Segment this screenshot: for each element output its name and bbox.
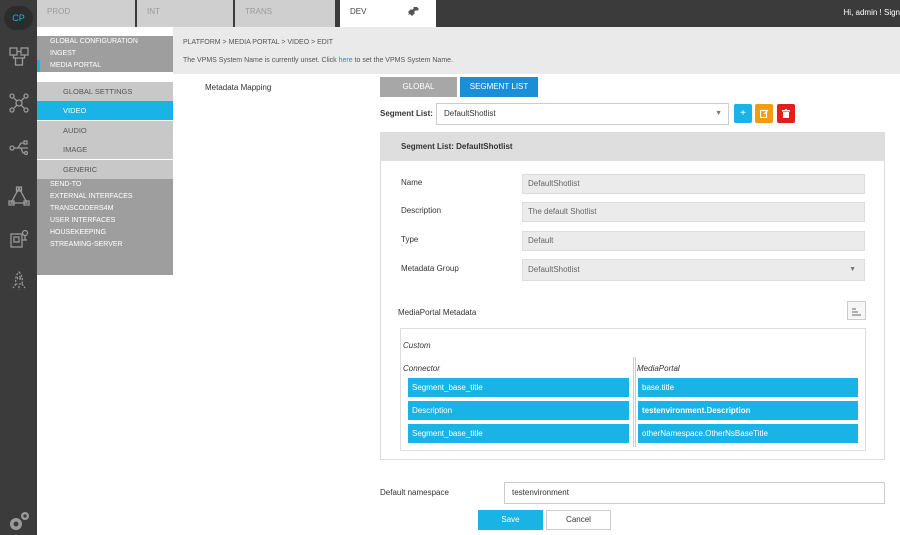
segment-list-selected-value: DefaultShotlist xyxy=(444,109,496,118)
mediaportal-metadata-label: MediaPortal Metadata xyxy=(398,308,477,317)
usb-icon[interactable] xyxy=(6,137,31,162)
cancel-button[interactable]: Cancel xyxy=(546,510,611,530)
edit-segment-list-button[interactable] xyxy=(755,104,773,123)
mediaportal-cell[interactable]: otherNamespace.OtherNsBaseTitle xyxy=(638,424,858,443)
sidebar-item-external-interfaces[interactable]: EXTERNAL INTERFACES xyxy=(37,191,173,203)
panel-title: Segment List: DefaultShotlist xyxy=(381,133,884,161)
rocket-icon[interactable] xyxy=(6,270,31,295)
icon-rail: CP xyxy=(0,0,37,535)
env-tab-int[interactable]: INT xyxy=(137,0,233,27)
system-name-notice: The VPMS System Name is currently unset.… xyxy=(183,54,453,68)
set-system-name-link[interactable]: here xyxy=(339,57,353,64)
metadata-group-select[interactable]: DefaultShotlist ▼ xyxy=(522,259,865,281)
caret-down-icon: ▼ xyxy=(715,110,722,117)
name-label: Name xyxy=(401,178,423,187)
app-window: CP PROD INT TRANS DEV Hi, admin ! Sign P… xyxy=(0,0,900,535)
gears-icon[interactable] xyxy=(6,510,31,535)
plus-icon: + xyxy=(740,108,746,119)
sidebar-item-global-configuration[interactable]: GLOBAL CONFIGURATION xyxy=(37,36,173,48)
sort-lines-icon xyxy=(852,306,861,316)
connector-cell[interactable]: Segment_base_title xyxy=(408,378,629,397)
sidebar-item-audio[interactable]: AUDIO xyxy=(37,121,173,140)
type-field: Default xyxy=(522,231,865,251)
sidebar-item-media-portal[interactable]: MEDIA PORTAL xyxy=(37,60,173,72)
delete-segment-list-button[interactable] xyxy=(777,104,795,123)
caret-down-icon: ▼ xyxy=(849,266,856,273)
plug-icon xyxy=(408,2,420,26)
mediaportal-column-header: MediaPortal xyxy=(637,364,680,373)
default-namespace-input[interactable]: testenvironment xyxy=(504,482,885,504)
cube-network-icon[interactable] xyxy=(6,44,31,69)
sidebar-item-generic[interactable]: GENERIC xyxy=(37,160,173,179)
sidebar-item-image[interactable]: IMAGE xyxy=(37,140,173,159)
environment-tabbar: PROD INT TRANS DEV Hi, admin ! Sign xyxy=(37,0,900,27)
name-field: DefaultShotlist xyxy=(522,174,865,194)
breadcrumb: PLATFORM > MEDIA PORTAL > VIDEO > EDIT xyxy=(183,39,334,46)
connector-column-header: Connector xyxy=(403,364,440,373)
triangle-network-icon[interactable] xyxy=(6,185,31,210)
app-logo[interactable]: CP xyxy=(4,6,33,30)
edit-icon xyxy=(759,108,769,119)
type-label: Type xyxy=(401,235,419,244)
add-segment-list-button[interactable]: + xyxy=(734,104,752,123)
trash-icon xyxy=(782,108,790,119)
sidebar-item-send-to[interactable]: SEND-TO xyxy=(37,179,173,191)
sidebar-item-global-settings[interactable]: GLOBAL SETTINGS xyxy=(37,82,173,101)
notice-text-after: to set the VPMS System Name. xyxy=(352,57,453,64)
sidebar-item-transcoders4m[interactable]: TRANSCODERS4M xyxy=(37,203,173,215)
tab-global[interactable]: GLOBAL xyxy=(380,77,457,97)
default-namespace-label: Default namespace xyxy=(380,488,449,497)
tab-segment-list[interactable]: SEGMENT LIST xyxy=(460,77,538,97)
sidebar-item-user-interfaces[interactable]: USER INTERFACES xyxy=(37,215,173,227)
env-tab-trans[interactable]: TRANS xyxy=(235,0,335,27)
user-greeting[interactable]: Hi, admin ! Sign xyxy=(844,0,900,27)
env-tab-dev[interactable]: DEV xyxy=(340,0,436,27)
sidebar-item-housekeeping[interactable]: HOUSEKEEPING xyxy=(37,227,173,239)
sidebar-item-streaming-server[interactable]: STREAMING-SERVER xyxy=(37,239,173,275)
nodes-icon[interactable] xyxy=(6,92,31,117)
metadata-group-label: Metadata Group xyxy=(401,264,459,273)
connector-cell[interactable]: Segment_base_title xyxy=(408,424,629,443)
metadata-group-value: DefaultShotlist xyxy=(528,265,580,274)
segment-list-label: Segment List: xyxy=(380,109,433,118)
mediaportal-cell[interactable]: base.title xyxy=(638,378,858,397)
connector-cell[interactable]: Description xyxy=(408,401,629,420)
sidebar-item-ingest[interactable]: INGEST xyxy=(37,48,173,60)
description-label: Description xyxy=(401,206,442,215)
mediaportal-cell[interactable]: testenvironment.Description xyxy=(638,401,858,420)
metadata-mapping-label: Metadata Mapping xyxy=(205,83,272,92)
sidebar-nav: GLOBAL CONFIGURATION INGEST MEDIA PORTAL… xyxy=(37,36,173,276)
sort-button[interactable] xyxy=(847,301,866,320)
segment-list-panel: Segment List: DefaultShotlist Name Defau… xyxy=(380,132,885,460)
env-tab-prod[interactable]: PROD xyxy=(37,0,135,27)
sidebar-item-video[interactable]: VIDEO xyxy=(37,101,173,120)
device-icon[interactable] xyxy=(6,228,31,253)
env-tab-dev-label: DEV xyxy=(350,7,367,16)
segment-list-select[interactable]: DefaultShotlist ▼ xyxy=(436,103,729,125)
description-field: The default Shotlist xyxy=(522,202,865,222)
save-button[interactable]: Save xyxy=(478,510,543,530)
notice-text-before: The VPMS System Name is currently unset.… xyxy=(183,57,339,64)
column-divider[interactable] xyxy=(633,357,636,447)
metadata-mapping-table: Custom Connector MediaPortal Segment_bas… xyxy=(400,328,866,451)
custom-label: Custom xyxy=(403,341,431,350)
